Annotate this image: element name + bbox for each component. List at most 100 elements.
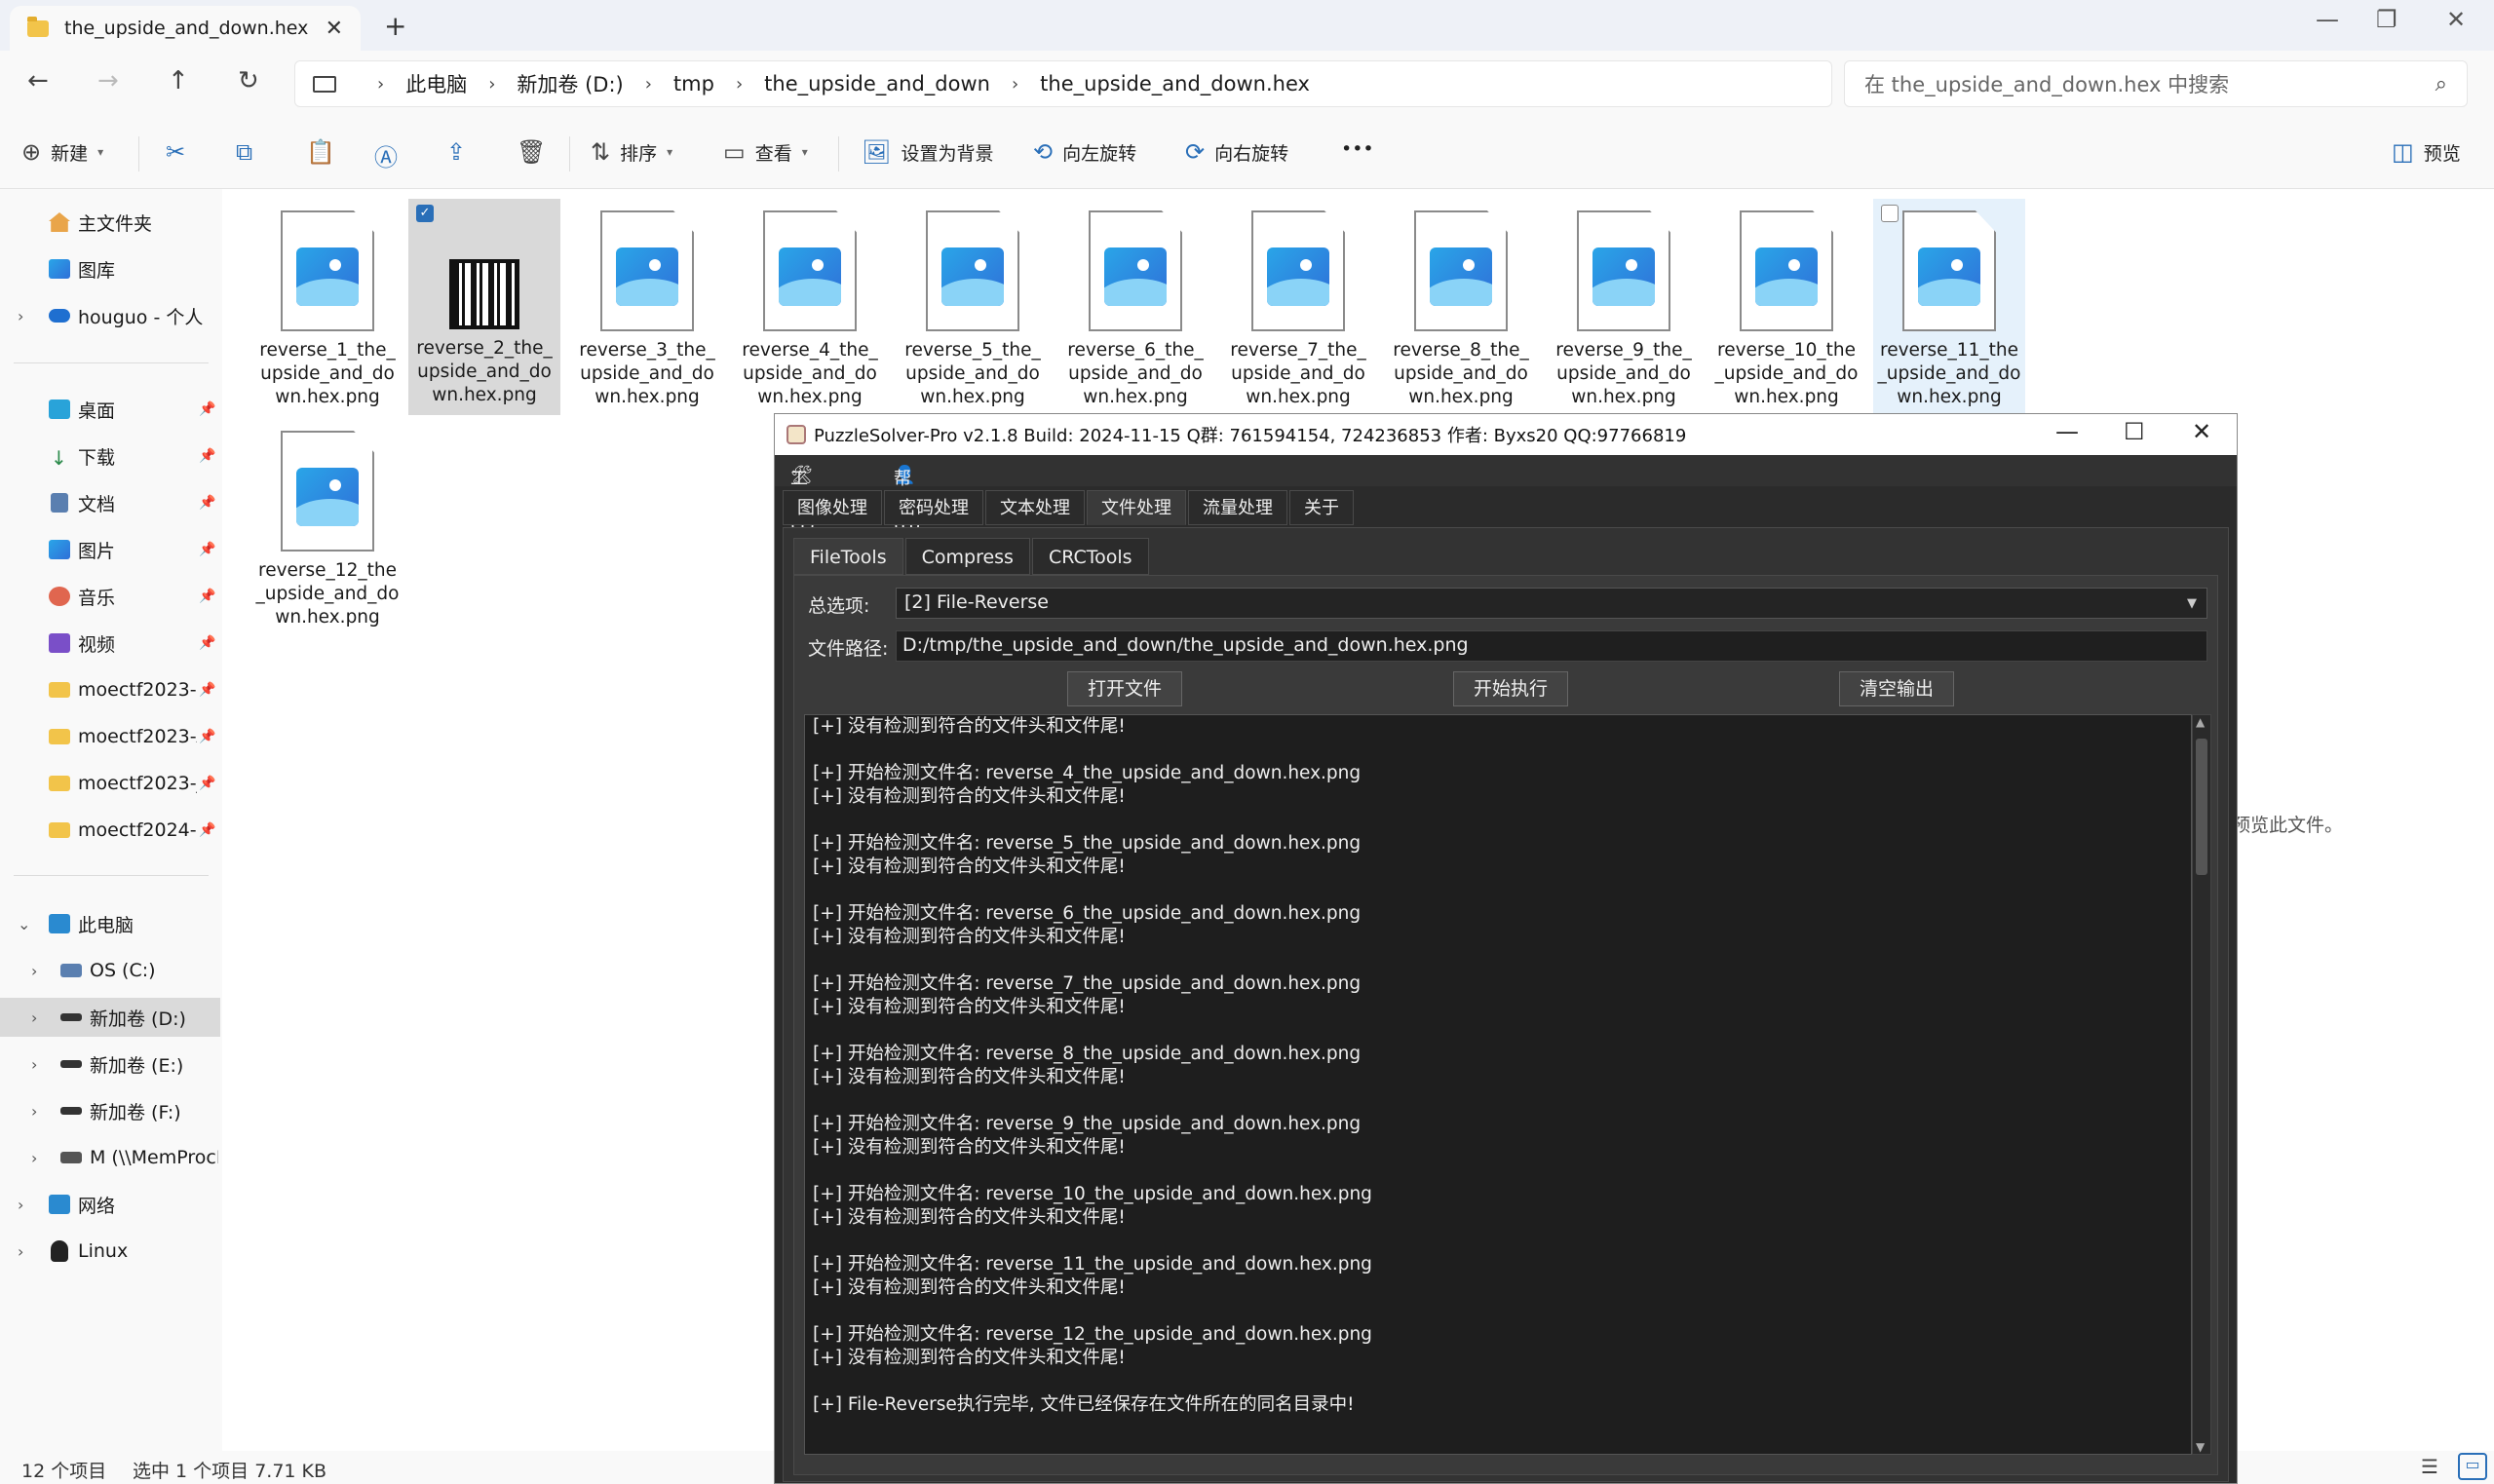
tab-image[interactable]: 图像处理 (783, 490, 882, 525)
chevron-right-icon[interactable]: › (31, 1149, 37, 1167)
pin-icon[interactable]: 📌 (199, 682, 215, 698)
output-scrollbar[interactable]: ▲ ▼ (2192, 714, 2211, 1455)
file-item[interactable]: ✓ reverse_2_the_upside_and_down.hex.png (408, 199, 560, 415)
file-item[interactable]: reverse_12_the_upside_and_down.hex.png (251, 419, 403, 635)
sort-button[interactable]: ⇅ 排序 ▾ (591, 138, 672, 166)
breadcrumb-item[interactable]: the_upside_and_down (764, 72, 990, 95)
pin-icon[interactable]: 📌 (199, 401, 215, 417)
chevron-right-icon[interactable]: › (31, 1008, 37, 1027)
chevron-right-icon[interactable]: › (18, 307, 23, 325)
option-select[interactable]: [2] File-Reverse ▼ (896, 588, 2207, 619)
chevron-down-icon[interactable]: ⌄ (18, 915, 30, 933)
clear-output-button[interactable]: 清空输出 (1839, 671, 1954, 706)
tab-crctools[interactable]: CRCTools (1031, 538, 1149, 575)
delete-button[interactable]: 🗑 (517, 138, 546, 166)
breadcrumb-item[interactable]: tmp (673, 72, 714, 95)
file-item[interactable]: reverse_9_the_upside_and_down.hex.png (1548, 199, 1700, 415)
new-button[interactable]: ⊕ 新建 ▾ (21, 138, 103, 166)
close-window-icon[interactable]: ✕ (2446, 6, 2466, 33)
sidebar-item-folder[interactable]: moectf2023-w 📌 (0, 670, 220, 709)
back-icon[interactable]: ← (27, 66, 49, 95)
breadcrumb-item[interactable]: the_upside_and_down.hex (1040, 72, 1310, 95)
file-item[interactable]: reverse_5_the_upside_and_down.hex.png (897, 199, 1049, 415)
sidebar-item-music[interactable]: 音乐 📌 (0, 577, 220, 616)
restore-icon[interactable]: ❐ (2376, 6, 2398, 33)
breadcrumb-item[interactable]: 此电脑 (405, 69, 467, 98)
large-icons-view-icon[interactable]: ▭ (2458, 1453, 2487, 1480)
close-window-icon[interactable]: ✕ (2192, 418, 2211, 445)
rotate-left-button[interactable]: ⟲ 向左旋转 (1033, 138, 1136, 166)
close-tab-icon[interactable]: ✕ (326, 17, 343, 41)
file-item[interactable]: reverse_4_the_upside_and_down.hex.png (734, 199, 886, 415)
path-input[interactable]: D:/tmp/the_upside_and_down/the_upside_an… (896, 630, 2207, 662)
scrollbar-thumb[interactable] (2196, 739, 2207, 875)
pin-icon[interactable]: 📌 (199, 776, 215, 791)
details-view-icon[interactable]: ☰ (2421, 1455, 2438, 1478)
file-item[interactable]: reverse_3_the_upside_and_down.hex.png (571, 199, 723, 415)
sidebar-item-drive-d[interactable]: › 新加卷 (D:) (0, 998, 220, 1037)
sidebar-item-folder[interactable]: moectf2023-ja 📌 (0, 764, 220, 803)
minimize-icon[interactable]: — (2055, 418, 2079, 445)
preview-pane-button[interactable]: ◫ 预览 (2392, 138, 2461, 166)
sidebar-item-drive-e[interactable]: › 新加卷 (E:) (0, 1045, 220, 1084)
pin-icon[interactable]: 📌 (199, 589, 215, 604)
tab-traffic[interactable]: 流量处理 (1188, 490, 1287, 525)
explorer-tab[interactable]: the_upside_and_down.hex ✕ (10, 6, 361, 51)
sidebar-item-linux[interactable]: › Linux (0, 1232, 220, 1271)
sidebar-item-onedrive[interactable]: › houguo - 个人 (0, 296, 220, 335)
breadcrumb-item[interactable]: 新加卷 (D:) (517, 69, 623, 98)
new-tab-button[interactable]: + (384, 10, 406, 42)
pin-icon[interactable]: 📌 (199, 822, 215, 838)
scroll-down-icon[interactable]: ▼ (2196, 1440, 2205, 1454)
tab-compress[interactable]: Compress (904, 538, 1030, 575)
chevron-right-icon[interactable]: › (31, 1102, 37, 1121)
refresh-icon[interactable]: ↻ (238, 66, 259, 95)
sidebar-item-folder[interactable]: moectf2023-A 📌 (0, 717, 220, 756)
file-item[interactable]: reverse_11_the_upside_and_down.hex.png (1873, 199, 2025, 415)
open-file-button[interactable]: 打开文件 (1067, 671, 1182, 706)
sidebar-item-desktop[interactable]: 桌面 📌 (0, 390, 220, 429)
chevron-right-icon[interactable]: › (31, 1055, 37, 1074)
chevron-right-icon[interactable]: › (18, 1196, 23, 1214)
file-item[interactable]: reverse_7_the_upside_and_down.hex.png (1222, 199, 1374, 415)
sidebar-item-this-pc[interactable]: ⌄ 此电脑 (0, 904, 220, 943)
sidebar-item-videos[interactable]: 视频 📌 (0, 624, 220, 663)
chevron-right-icon[interactable]: › (18, 1242, 23, 1261)
file-item[interactable]: reverse_6_the_upside_and_down.hex.png (1059, 199, 1211, 415)
paste-button[interactable]: 📋 (306, 138, 335, 166)
sidebar-item-drive-f[interactable]: › 新加卷 (F:) (0, 1091, 220, 1130)
file-item[interactable]: reverse_10_the_upside_and_down.hex.png (1710, 199, 1862, 415)
pin-icon[interactable]: 📌 (199, 729, 215, 744)
rotate-right-button[interactable]: ⟳ 向右旋转 (1185, 138, 1288, 166)
up-icon[interactable]: ↑ (168, 66, 189, 95)
minimize-icon[interactable]: — (2316, 6, 2339, 33)
sidebar-item-pictures[interactable]: 图片 📌 (0, 530, 220, 569)
tab-filetools[interactable]: FileTools (793, 538, 903, 575)
sidebar-item-folder[interactable]: moectf2024-n 📌 (0, 811, 220, 850)
file-item[interactable]: reverse_8_the_upside_and_down.hex.png (1385, 199, 1537, 415)
forward-icon[interactable]: → (97, 66, 119, 95)
run-button[interactable]: 开始执行 (1453, 671, 1568, 706)
checkbox-checked-icon[interactable]: ✓ (416, 205, 434, 222)
sidebar-item-network[interactable]: › 网络 (0, 1185, 220, 1224)
sidebar-item-home[interactable]: 主文件夹 (0, 203, 220, 242)
pin-icon[interactable]: 📌 (199, 542, 215, 557)
pin-icon[interactable]: 📌 (199, 495, 215, 511)
maximize-icon[interactable]: ☐ (2124, 418, 2145, 445)
rename-button[interactable]: Ⓐ (374, 138, 398, 172)
more-button[interactable]: ••• (1341, 138, 1374, 160)
tab-file[interactable]: 文件处理 (1087, 490, 1186, 525)
set-background-button[interactable]: 🖼 设置为背景 (862, 138, 993, 166)
sidebar-item-drive-c[interactable]: › OS (C:) (0, 951, 220, 990)
sidebar-item-documents[interactable]: 文档 📌 (0, 483, 220, 522)
scroll-up-icon[interactable]: ▲ (2196, 715, 2205, 729)
share-button[interactable]: ⇪ (446, 138, 466, 166)
file-item[interactable]: reverse_1_the_upside_and_down.hex.png (251, 199, 403, 415)
sidebar-item-downloads[interactable]: ↓ 下载 📌 (0, 437, 220, 476)
tab-about[interactable]: 关于 (1289, 490, 1354, 525)
output-console[interactable]: [+] 没有检测到符合的文件头和文件尾! [+] 开始检测文件名: reverse… (804, 714, 2192, 1455)
copy-button[interactable]: ⧉ (236, 138, 252, 166)
breadcrumb[interactable]: › 此电脑 › 新加卷 (D:) › tmp › the_upside_and_… (294, 60, 1832, 107)
sidebar-item-gallery[interactable]: 图库 (0, 249, 220, 288)
search-input[interactable]: 在 the_upside_and_down.hex 中搜索 ⌕ (1844, 60, 2468, 107)
